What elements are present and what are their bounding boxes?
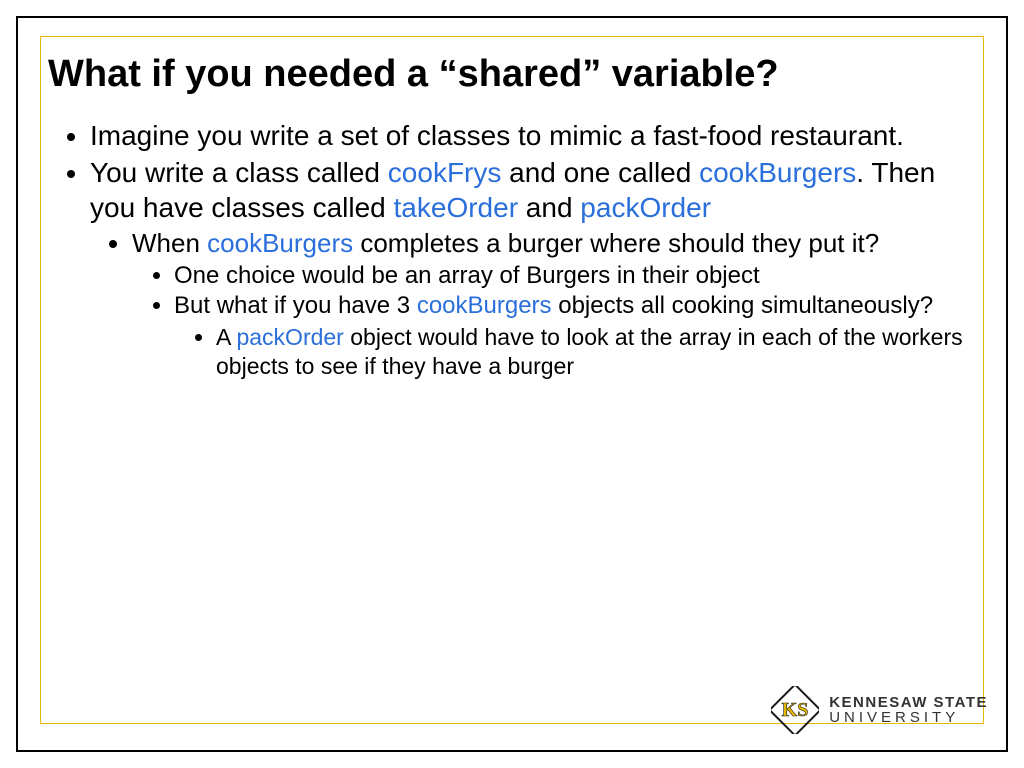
keyword: takeOrder bbox=[394, 192, 519, 223]
bullet-item: One choice would be an array of Burgers … bbox=[174, 261, 976, 291]
bullet-text: But what if you have 3 bbox=[174, 292, 417, 319]
bullet-text: One choice would be an array of Burgers … bbox=[174, 262, 760, 289]
keyword: cookFrys bbox=[388, 157, 502, 188]
logo-text: KENNESAW STATE UNIVERSITY bbox=[829, 695, 988, 725]
bullet-text: objects all cooking simultaneously? bbox=[552, 292, 934, 319]
logo-line1: KENNESAW STATE bbox=[829, 695, 988, 710]
bullet-item: When cookBurgers completes a burger wher… bbox=[132, 227, 976, 381]
keyword: cookBurgers bbox=[207, 228, 353, 258]
bullet-text: When bbox=[132, 228, 207, 258]
bullet-text: and one called bbox=[501, 157, 699, 188]
slide-content: What if you needed a “shared” variable? … bbox=[48, 54, 976, 712]
university-logo: KS KENNESAW STATE UNIVERSITY bbox=[771, 686, 988, 734]
bullet-text: and bbox=[518, 192, 580, 223]
bullet-text: You write a class called bbox=[90, 157, 388, 188]
ks-logo-icon: KS bbox=[771, 686, 819, 734]
keyword: cookBurgers bbox=[417, 292, 552, 319]
bullet-item: Imagine you write a set of classes to mi… bbox=[90, 118, 976, 153]
bullet-text: completes a burger where should they put… bbox=[353, 228, 879, 258]
bullet-item: But what if you have 3 cookBurgers objec… bbox=[174, 291, 976, 381]
keyword: packOrder bbox=[580, 192, 711, 223]
bullet-text: Imagine you write a set of classes to mi… bbox=[90, 120, 904, 151]
slide-title: What if you needed a “shared” variable? bbox=[48, 54, 976, 96]
svg-text:KS: KS bbox=[782, 699, 809, 721]
keyword: packOrder bbox=[236, 324, 343, 350]
bullet-item: You write a class called cookFrys and on… bbox=[90, 155, 976, 381]
sub-bullet-list: One choice would be an array of Burgers … bbox=[132, 261, 976, 381]
bullet-text: A bbox=[216, 324, 236, 350]
bullet-item: A packOrder object would have to look at… bbox=[216, 323, 976, 381]
bullet-list: Imagine you write a set of classes to mi… bbox=[48, 118, 976, 381]
logo-line2: UNIVERSITY bbox=[829, 710, 988, 725]
sub-bullet-list: A packOrder object would have to look at… bbox=[174, 323, 976, 381]
keyword: cookBurgers bbox=[699, 157, 856, 188]
sub-bullet-list: When cookBurgers completes a burger wher… bbox=[90, 227, 976, 381]
